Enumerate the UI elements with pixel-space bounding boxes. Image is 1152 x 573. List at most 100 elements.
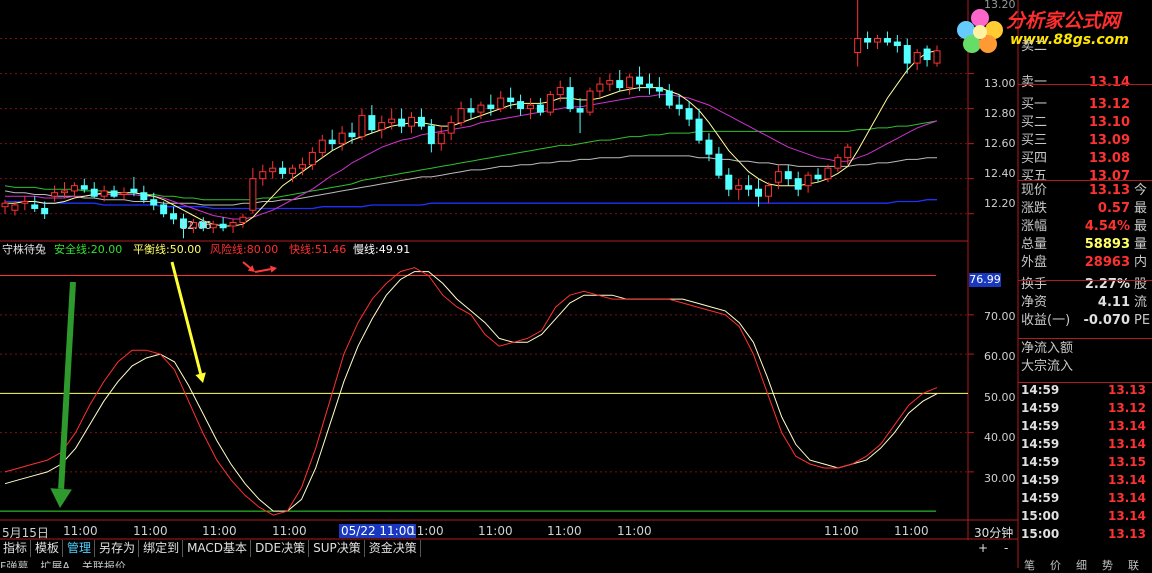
indicator-risk-line-label: 风险线:80.00 bbox=[210, 243, 279, 256]
candle-body bbox=[437, 132, 445, 145]
tab-3[interactable]: 另存为 bbox=[96, 540, 140, 557]
order-book-row-v: 13.12 bbox=[1088, 97, 1130, 112]
period-selector[interactable]: 30分钟 bbox=[974, 524, 1013, 541]
order-book-row-k: 买一 bbox=[1021, 97, 1048, 112]
candle-body bbox=[933, 50, 941, 64]
candle-body bbox=[427, 125, 435, 145]
arrow-shaft bbox=[254, 268, 271, 273]
zoom-out-button[interactable]: - bbox=[1004, 541, 1008, 555]
candle-body bbox=[358, 115, 366, 138]
stat-row-v: 28963 bbox=[1084, 255, 1130, 270]
candle-body bbox=[378, 122, 386, 131]
stat-row-ex: 最 bbox=[1134, 219, 1148, 234]
candle-body bbox=[239, 216, 247, 223]
tick-row: 14:59 13.14 bbox=[1021, 417, 1152, 435]
quote-tab[interactable]: 势 bbox=[1102, 557, 1113, 573]
quote-tab[interactable]: 细 bbox=[1076, 557, 1087, 573]
candle-body bbox=[477, 104, 485, 113]
stat-row-ex: PE bbox=[1134, 313, 1151, 328]
stat-row-ex: 今 bbox=[1134, 183, 1148, 198]
current-value-box: 76.99 bbox=[969, 273, 1001, 287]
candle-body bbox=[675, 104, 683, 110]
indicator-slow-line-label: 慢线:49.91 bbox=[353, 243, 411, 256]
order-book-row-v: 13.10 bbox=[1088, 115, 1130, 130]
time-label: 11:00 bbox=[272, 524, 307, 538]
tab-8[interactable]: 资金决策 bbox=[366, 540, 421, 557]
tab-1[interactable]: 模板 bbox=[32, 540, 64, 557]
tab-5[interactable]: MACD基本 bbox=[184, 540, 252, 557]
tab-2[interactable]: 管理 bbox=[64, 540, 96, 557]
tick-row-p: 13.14 bbox=[1108, 491, 1146, 505]
candle-body bbox=[1, 202, 9, 208]
stat-row-k: 涨跌 bbox=[1021, 201, 1048, 216]
tick-row-p: 13.14 bbox=[1108, 419, 1146, 433]
candle-body bbox=[616, 80, 624, 89]
arrow-head bbox=[270, 265, 277, 273]
tab-4[interactable]: 绑定到 bbox=[140, 540, 184, 557]
stat-row-v: 13.13 bbox=[1088, 183, 1130, 198]
candle-body bbox=[467, 108, 475, 113]
flow-row: 净流入额 bbox=[1021, 340, 1152, 358]
tick-row: 15:00 13.13 bbox=[1021, 525, 1152, 543]
candle-body bbox=[804, 174, 812, 187]
arrow-head bbox=[50, 488, 72, 508]
order-book-row: 卖二 bbox=[1021, 38, 1152, 56]
candle-body bbox=[883, 38, 891, 43]
tick-row-t: 14:59 bbox=[1021, 473, 1060, 487]
tab-0[interactable]: 指标 bbox=[0, 540, 32, 557]
candle-body bbox=[51, 192, 59, 197]
tick-row-t: 14:59 bbox=[1021, 491, 1060, 505]
candle-body bbox=[566, 87, 574, 110]
green-arrow bbox=[50, 281, 76, 508]
stat-row-v: 4.11 bbox=[1097, 295, 1130, 310]
candle-body bbox=[874, 38, 882, 43]
stat-row: 收益(一) -0.070 PE bbox=[1021, 312, 1152, 330]
stat-row-v: 4.54% bbox=[1084, 219, 1130, 234]
time-label: 5月15日 bbox=[2, 526, 49, 540]
arrow-head bbox=[195, 372, 206, 383]
price-tick: 12.60 bbox=[984, 137, 1016, 150]
candle-body bbox=[507, 97, 515, 103]
quote-tab[interactable]: 联 bbox=[1128, 557, 1139, 573]
stat-row-k: 外盘 bbox=[1021, 255, 1048, 270]
candle-body bbox=[21, 200, 29, 204]
grid-layer bbox=[0, 0, 1019, 568]
tick-row-p: 13.12 bbox=[1108, 401, 1146, 415]
candle-body bbox=[903, 45, 911, 64]
annotation-arrows bbox=[50, 261, 277, 508]
candle-body bbox=[80, 185, 88, 190]
tick-row-t: 15:00 bbox=[1021, 509, 1060, 523]
candle-body bbox=[526, 104, 534, 110]
order-book-row-k: 卖一 bbox=[1021, 75, 1048, 90]
candle-body bbox=[774, 171, 782, 183]
quote-tab[interactable]: 价 bbox=[1050, 557, 1061, 573]
stat-row-ex: 量 bbox=[1134, 237, 1148, 252]
candle-body bbox=[913, 52, 921, 64]
candle-body bbox=[893, 41, 901, 47]
tab-extend-a[interactable]: 扩展A bbox=[40, 560, 70, 568]
candle-body bbox=[31, 204, 39, 209]
tab-related-quote[interactable]: 关联报价 bbox=[82, 560, 126, 568]
slow-line bbox=[4, 271, 938, 512]
tab-6[interactable]: DDE决策 bbox=[252, 540, 310, 557]
candle-body bbox=[854, 38, 862, 54]
candle-body bbox=[170, 213, 178, 220]
candle-body bbox=[249, 178, 257, 211]
candle-body bbox=[447, 122, 455, 134]
indicator-tick: 70.00 bbox=[984, 310, 1016, 323]
candle-body bbox=[140, 192, 148, 201]
time-label: 11:00 bbox=[63, 524, 98, 538]
candle-body bbox=[834, 157, 842, 169]
candle-body bbox=[487, 104, 495, 110]
tick-row-t: 14:59 bbox=[1021, 455, 1060, 469]
tab-danmaku[interactable]: F弹幕 bbox=[0, 560, 28, 568]
tick-row: 15:00 13.14 bbox=[1021, 507, 1152, 525]
quote-tab[interactable]: 笔 bbox=[1024, 557, 1035, 573]
zoom-in-button[interactable]: + bbox=[978, 541, 988, 555]
flow-row: 大宗流入 bbox=[1021, 358, 1152, 376]
candle-body bbox=[764, 185, 772, 197]
tab-7[interactable]: SUP决策 bbox=[310, 540, 365, 557]
candle-body bbox=[685, 108, 693, 120]
order-book-row: 买二 13.10 bbox=[1021, 114, 1152, 132]
stat-row-ex: 最 bbox=[1134, 201, 1148, 216]
